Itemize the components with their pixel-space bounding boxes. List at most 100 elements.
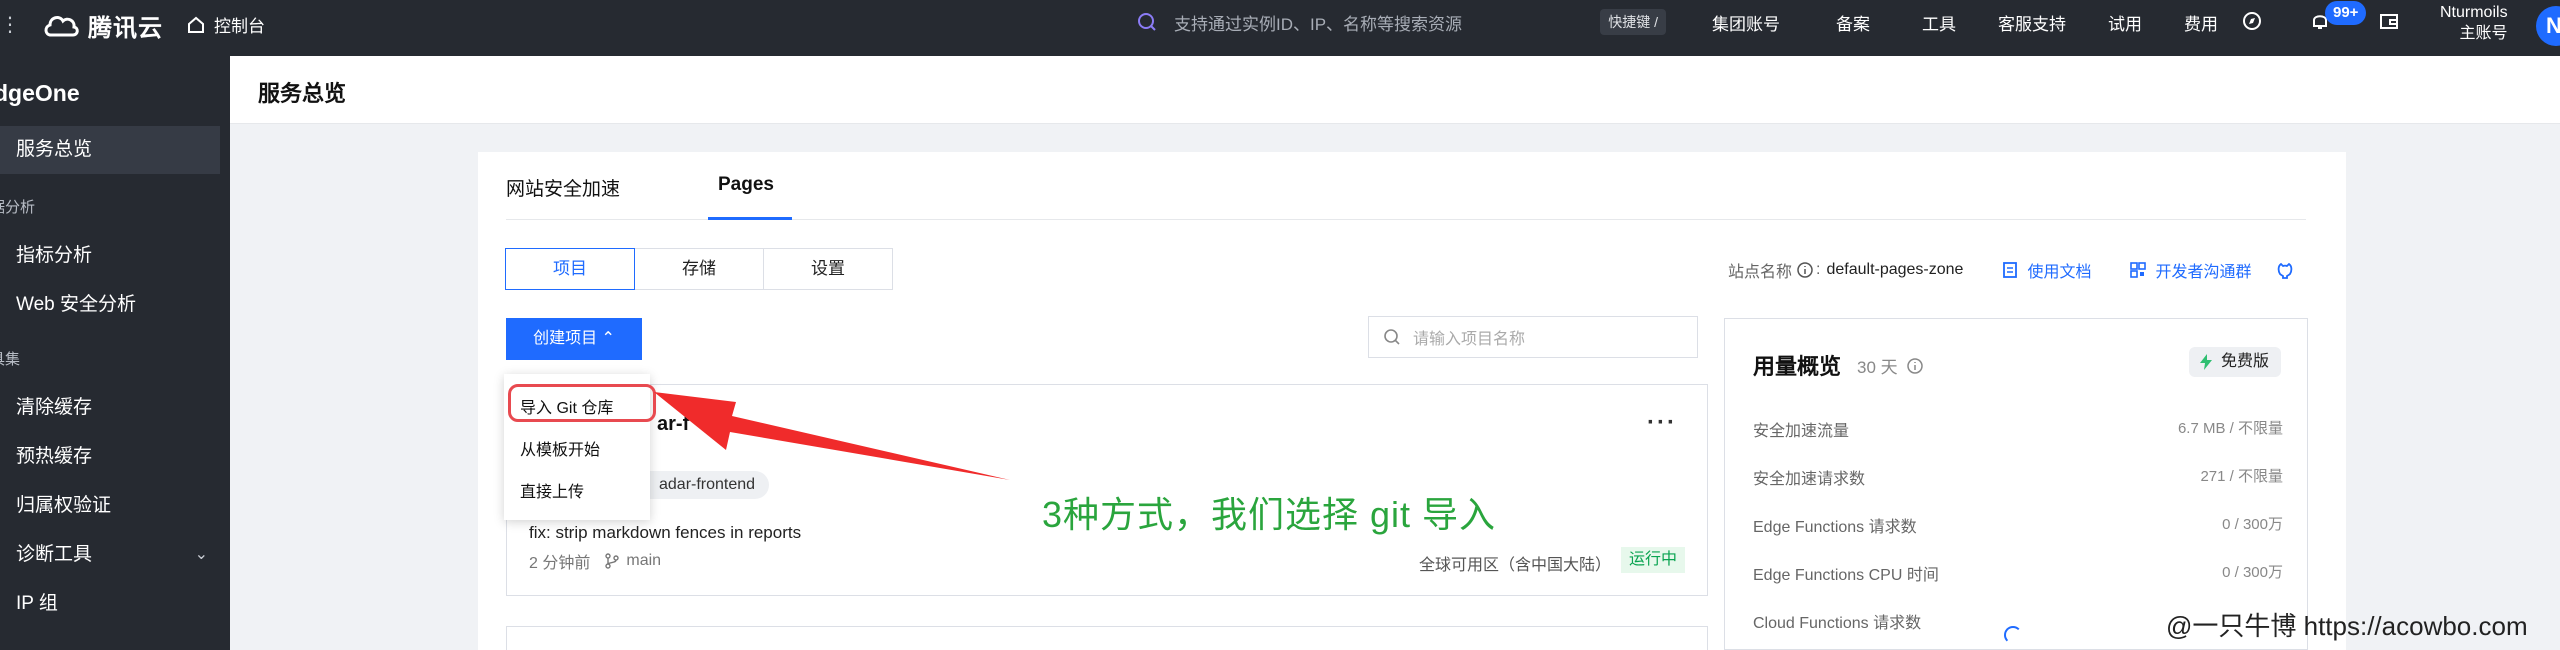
- active-tab-indicator: [708, 217, 792, 220]
- usage-row-value: 271 / 不限量: [2200, 468, 2283, 485]
- segment-projects[interactable]: 项目: [505, 248, 635, 290]
- create-project-dropdown: 导入 Git 仓库 从模板开始 直接上传: [504, 374, 656, 520]
- top-nav-links: 集团账号 备案 工具 客服支持 试用 费用: [1712, 10, 2248, 35]
- usage-row-label: 安全加速请求数: [1753, 471, 1866, 488]
- menu-item-direct-upload[interactable]: 直接上传: [520, 478, 584, 502]
- nav-tools[interactable]: 工具: [1922, 10, 1998, 35]
- create-project-button[interactable]: 创建项目 ⌃: [506, 318, 642, 360]
- brand-name: 腾讯云: [88, 15, 163, 42]
- user-info[interactable]: Nturmoils 主账号: [2440, 2, 2508, 44]
- menu-item-from-template[interactable]: 从模板开始: [520, 436, 600, 460]
- usage-row-label: Edge Functions 请求数: [1753, 519, 1917, 536]
- search-shortcut-hint: 快捷键 /: [1600, 9, 1666, 35]
- colon-separator: :: [1816, 261, 1821, 278]
- segment-settings[interactable]: 设置: [763, 248, 893, 290]
- project-region: 全球可用区（含中国大陆）: [1418, 557, 1611, 574]
- tab-site-acceleration[interactable]: 网站安全加速: [506, 174, 620, 201]
- sidebar-item-ownership[interactable]: 归属权验证: [0, 482, 220, 530]
- search-icon: [1138, 13, 1156, 31]
- plan-label: 免费版: [2220, 353, 2269, 370]
- sidebar-item-prefetch-cache[interactable]: 预热缓存: [0, 433, 220, 481]
- top-nav-bar: ⋮ 腾讯云 控制台 支持通过实例ID、IP、名称等搜索资源 快捷键 / 集团账号…: [0, 0, 2560, 56]
- branch-info: main: [604, 552, 661, 570]
- menu-icon[interactable]: ⋮: [0, 12, 20, 37]
- tab-bar: 网站安全加速 Pages: [506, 152, 2306, 220]
- sidebar-item-web-security[interactable]: Web 安全分析: [0, 281, 220, 329]
- sidebar-item-overview[interactable]: 服务总览: [0, 126, 220, 174]
- docs-link-label: 使用文档: [2027, 264, 2092, 281]
- usage-period-label: 30 天: [1857, 358, 1898, 377]
- page-title: 服务总览: [258, 81, 347, 106]
- usage-row-value: 6.7 MB / 不限量: [2177, 420, 2283, 437]
- section-switcher: 项目 存储 设置: [505, 248, 893, 290]
- usage-row: Edge Functions 请求数 0 / 300万: [1753, 513, 2283, 537]
- community-link[interactable]: 开发者沟通群: [2129, 258, 2251, 282]
- home-icon: [188, 16, 204, 33]
- sidebar-item-ip-group[interactable]: IP 组: [0, 580, 220, 628]
- console-link[interactable]: 控制台: [186, 12, 265, 37]
- nav-group-account[interactable]: 集团账号: [1712, 10, 1836, 35]
- project-meta: 2 分钟前 main: [529, 549, 661, 573]
- nav-billing[interactable]: 费用: [2184, 10, 2248, 35]
- notification-badge: 99+: [2325, 1, 2367, 25]
- tab-pages[interactable]: Pages: [718, 174, 774, 196]
- site-name-label: 站点名称: [1728, 264, 1793, 281]
- status-badge: 运行中: [1620, 547, 1685, 573]
- avatar[interactable]: N: [2536, 6, 2560, 46]
- deploy-time: 2 分钟前: [529, 555, 591, 572]
- project-search-input[interactable]: 请输入项目名称: [1368, 316, 1698, 358]
- sidebar-group-analytics: 据分析: [0, 199, 36, 216]
- sidebar-title: dgeOne: [0, 80, 80, 106]
- github-icon[interactable]: [2275, 260, 2295, 280]
- sidebar-item-diagnostics[interactable]: 诊断工具 ⌄: [0, 531, 220, 579]
- community-link-label: 开发者沟通群: [2155, 264, 2252, 281]
- commit-message: fix: strip markdown fences in reports: [529, 523, 802, 542]
- project-card[interactable]: [506, 626, 1708, 650]
- more-options-icon[interactable]: ···: [1647, 409, 1677, 437]
- search-icon: [1384, 329, 1400, 345]
- usage-period: 30 天: [1857, 353, 1924, 378]
- usage-overview-panel: 用量概览 30 天 免费版 安全加速流量 6.7 MB / 不限量 安全加速请求…: [1724, 318, 2308, 650]
- nav-trial[interactable]: 试用: [2108, 10, 2184, 35]
- user-name: Nturmoils: [2440, 4, 2508, 21]
- page-header: 服务总览: [230, 56, 2560, 124]
- docs-link[interactable]: 使用文档: [2001, 258, 2091, 282]
- usage-row: Edge Functions CPU 时间 0 / 300万: [1753, 561, 2283, 585]
- nav-filing[interactable]: 备案: [1836, 10, 1922, 35]
- sidebar-item-purge-cache[interactable]: 清除缓存: [0, 384, 220, 432]
- usage-row-value: 0 / 300万: [2222, 516, 2283, 533]
- usage-row-value: 0 / 300万: [2222, 564, 2283, 581]
- global-search[interactable]: 支持通过实例ID、IP、名称等搜索资源 快捷键 /: [1136, 2, 1666, 42]
- cloud-logo-icon: [44, 15, 79, 36]
- brand-logo[interactable]: 腾讯云: [42, 8, 163, 43]
- menu-item-import-git[interactable]: 导入 Git 仓库: [520, 394, 613, 418]
- usage-row: 安全加速请求数 271 / 不限量: [1753, 465, 2283, 489]
- branch-name: main: [626, 552, 662, 569]
- console-label: 控制台: [214, 17, 265, 36]
- segment-storage[interactable]: 存储: [634, 248, 764, 290]
- usage-row: 安全加速流量 6.7 MB / 不限量: [1753, 417, 2283, 441]
- usage-row-label: 安全加速流量: [1753, 423, 1850, 440]
- lightning-icon: [2199, 354, 2212, 370]
- site-info: 站点名称 : default-pages-zone 使用文档 开发者沟通群: [1728, 258, 2295, 282]
- chevron-up-icon: ⌃: [601, 330, 615, 347]
- wallet-icon[interactable]: [2378, 10, 2400, 32]
- sidebar-group-tools: 具集: [0, 351, 21, 368]
- info-icon[interactable]: [1906, 357, 1924, 375]
- sidebar-item-metrics[interactable]: 指标分析: [0, 232, 220, 280]
- annotation-text: 3种方式，我们选择 git 导入: [1042, 494, 1497, 535]
- qr-code-icon: [2130, 262, 2147, 278]
- user-role: 主账号: [2459, 25, 2508, 42]
- site-name-value: default-pages-zone: [1826, 261, 1964, 278]
- document-icon: [2003, 262, 2018, 278]
- usage-row-label: Cloud Functions 请求数: [1753, 615, 1922, 632]
- compass-icon[interactable]: [2241, 10, 2263, 32]
- sidebar-item-diagnostics-label: 诊断工具: [16, 544, 93, 565]
- create-project-label: 创建项目: [533, 330, 598, 347]
- nav-support[interactable]: 客服支持: [1998, 10, 2108, 35]
- info-icon[interactable]: [1796, 261, 1814, 279]
- sidebar: dgeOne 服务总览 据分析 指标分析 Web 安全分析 具集 清除缓存 预热…: [0, 56, 230, 650]
- plan-badge: 免费版: [2188, 347, 2281, 377]
- chevron-down-icon: ⌄: [194, 546, 208, 563]
- usage-title: 用量概览: [1753, 354, 1842, 379]
